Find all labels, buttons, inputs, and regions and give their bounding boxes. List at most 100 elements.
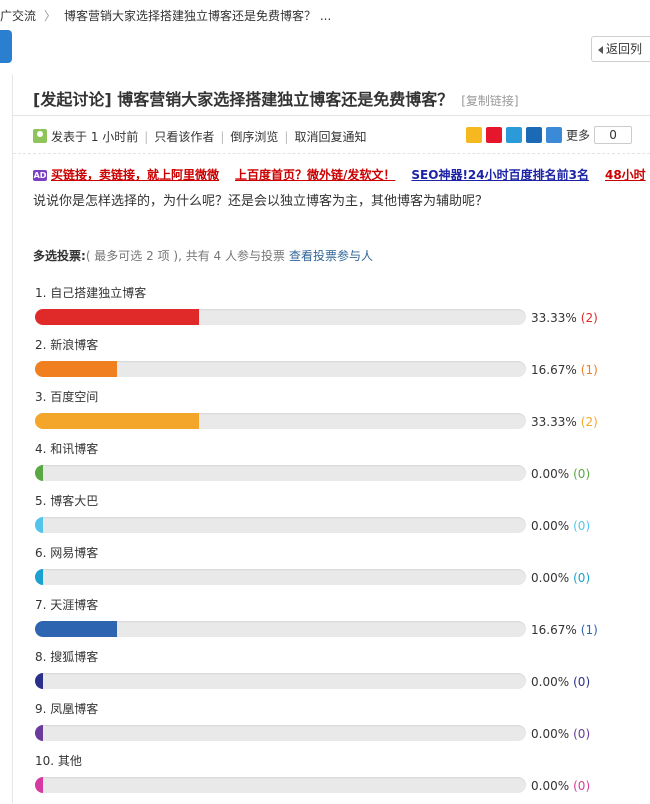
back-arrow-icon (598, 46, 603, 54)
poll-option-label: 5. 博客大巴 (35, 494, 99, 508)
meta-divider: | (220, 130, 225, 144)
online-user-icon (33, 129, 47, 143)
thread-title: [发起讨论] 博客营销大家选择搭建独立博客还是免费博客？ (33, 90, 454, 109)
poll-option-result: 0.00% (0) (531, 467, 590, 481)
poll-progress-fill (35, 725, 43, 741)
renren-icon[interactable] (526, 127, 542, 143)
view-voters-link[interactable]: 查看投票参与人 (289, 249, 373, 263)
poll-progress-fill (35, 465, 43, 481)
poll-option-label: 1. 自己搭建独立博客 (35, 286, 147, 300)
poll-progress-track (35, 673, 526, 689)
author-only-link[interactable]: 只看该作者 (154, 130, 214, 144)
poll-progress-fill (35, 413, 199, 429)
post-tab-button[interactable] (0, 30, 12, 63)
ad-badge-icon: AD (33, 170, 47, 181)
poll-option-count: (0) (573, 727, 591, 741)
ad-link[interactable]: 上百度首页？微外链/发软文！ (235, 168, 395, 182)
poll-option-label: 9. 凤凰博客 (35, 702, 99, 716)
poll-option-label: 8. 搜狐博客 (35, 650, 99, 664)
poll-info-text: ( 最多可选 2 项 ), 共有 4 人参与投票 (85, 249, 285, 263)
copy-link-button[interactable]: [复制链接] (461, 94, 518, 108)
share-more-button[interactable]: 更多 (566, 129, 590, 143)
poll-option-result: 0.00% (0) (531, 519, 590, 533)
poll-option-result: 0.00% (0) (531, 779, 590, 793)
poll-progress-track (35, 569, 526, 585)
poll-option-label: 7. 天涯博客 (35, 598, 99, 612)
ad-links-row: AD 买链接，卖链接，就上阿里微微 上百度首页？微外链/发软文！ SEO神器!24小时… (33, 166, 650, 183)
poll-option-result: 0.00% (0) (531, 571, 590, 585)
poll-option-percent: 0.00% (531, 727, 570, 741)
breadcrumb-section[interactable]: 推广交流 (0, 9, 36, 23)
poll-option-count: (0) (573, 571, 591, 585)
poll-option-label: 10. 其他 (35, 754, 82, 768)
meta-divider-line (13, 153, 650, 154)
weibo-icon[interactable] (486, 127, 502, 143)
poll-progress-track (35, 777, 526, 793)
qzone-icon[interactable] (466, 127, 482, 143)
poll-progress-track (35, 517, 526, 533)
breadcrumb-current[interactable]: 博客营销大家选择搭建独立博客还是免费博客？ ... (64, 9, 331, 23)
post-time: 发表于 1 小时前 (51, 130, 139, 144)
poll-option-count: (0) (573, 779, 591, 793)
poll-option-count: (2) (580, 311, 598, 325)
poll-option-label: 2. 新浪博客 (35, 338, 99, 352)
poll-option-label: 3. 百度空间 (35, 390, 99, 404)
poll-option: 8. 搜狐博客 0.00% (0) (33, 648, 650, 700)
poll-option-label: 4. 和讯博客 (35, 442, 99, 456)
poll-progress-track (35, 361, 526, 377)
poll-option-result: 0.00% (0) (531, 675, 590, 689)
poll-progress-track (35, 309, 526, 325)
poll-option-percent: 33.33% (531, 311, 577, 325)
poll-option-result: 16.67% (1) (531, 623, 598, 637)
back-to-list-button[interactable]: 返回列 (591, 36, 650, 62)
poll-option: 1. 自己搭建独立博客 33.33% (2) (33, 284, 650, 336)
poll-option: 7. 天涯博客 16.67% (1) (33, 596, 650, 648)
share-count: 0 (594, 126, 633, 144)
poll-progress-fill (35, 569, 43, 585)
title-divider (13, 115, 650, 116)
poll-progress-fill (35, 621, 117, 637)
ad-link[interactable]: 48小时 (605, 168, 646, 182)
poll-option: 4. 和讯博客 0.00% (0) (33, 440, 650, 492)
poll-option: 6. 网易博客 0.00% (0) (33, 544, 650, 596)
poll-progress-track (35, 725, 526, 741)
poll-type-label: 多选投票: (33, 249, 86, 263)
poll-option: 10. 其他 0.00% (0) (33, 752, 650, 804)
poll-progress-track (35, 465, 526, 481)
cancel-reply-notify-link[interactable]: 取消回复通知 (294, 130, 366, 144)
pengyou-icon[interactable] (506, 127, 522, 143)
poll-progress-track (35, 621, 526, 637)
poll-option-percent: 33.33% (531, 415, 577, 429)
poll-option: 5. 博客大巴 0.00% (0) (33, 492, 650, 544)
poll-option-count: (0) (573, 467, 591, 481)
ad-link[interactable]: SEO神器!24小时百度排名前3名 (411, 168, 589, 182)
poll-option-percent: 0.00% (531, 519, 570, 533)
poll-option-result: 33.33% (2) (531, 311, 598, 325)
poll-option-percent: 0.00% (531, 571, 570, 585)
poll-option-percent: 16.67% (531, 363, 577, 377)
poll-option-percent: 16.67% (531, 623, 577, 637)
poll-option: 3. 百度空间 33.33% (2) (33, 388, 650, 440)
breadcrumb-separator: 〉 (44, 9, 57, 23)
poll-option-percent: 0.00% (531, 467, 570, 481)
top-bar: 推广交流〉博客营销大家选择搭建独立博客还是免费博客？ ... 返回列 (0, 0, 650, 74)
poll-progress-fill (35, 673, 43, 689)
poll-option-count: (1) (580, 363, 598, 377)
poll-option-result: 0.00% (0) (531, 727, 590, 741)
thread-title-row: [发起讨论] 博客营销大家选择搭建独立博客还是免费博客？ [复制链接] (33, 86, 519, 110)
poll-option-result: 33.33% (2) (531, 415, 598, 429)
share-toolbar: 更多 0 (466, 126, 633, 144)
poll-progress-track (35, 413, 526, 429)
poll-option-label: 6. 网易博客 (35, 546, 99, 560)
poll-progress-fill (35, 777, 43, 793)
back-button-label: 返回列 (606, 42, 643, 56)
poll-option-count: (0) (573, 675, 591, 689)
reverse-order-link[interactable]: 倒序浏览 (230, 130, 278, 144)
poll-option-result: 16.67% (1) (531, 363, 598, 377)
poll-option-count: (2) (580, 415, 598, 429)
poll-option-percent: 0.00% (531, 779, 570, 793)
breadcrumb: 推广交流〉博客营销大家选择搭建独立博客还是免费博客？ ... (0, 7, 331, 24)
add-share-icon[interactable] (546, 127, 562, 143)
ad-link[interactable]: 买链接，卖链接，就上阿里微微 (51, 168, 219, 182)
poll-option: 9. 凤凰博客 0.00% (0) (33, 700, 650, 752)
